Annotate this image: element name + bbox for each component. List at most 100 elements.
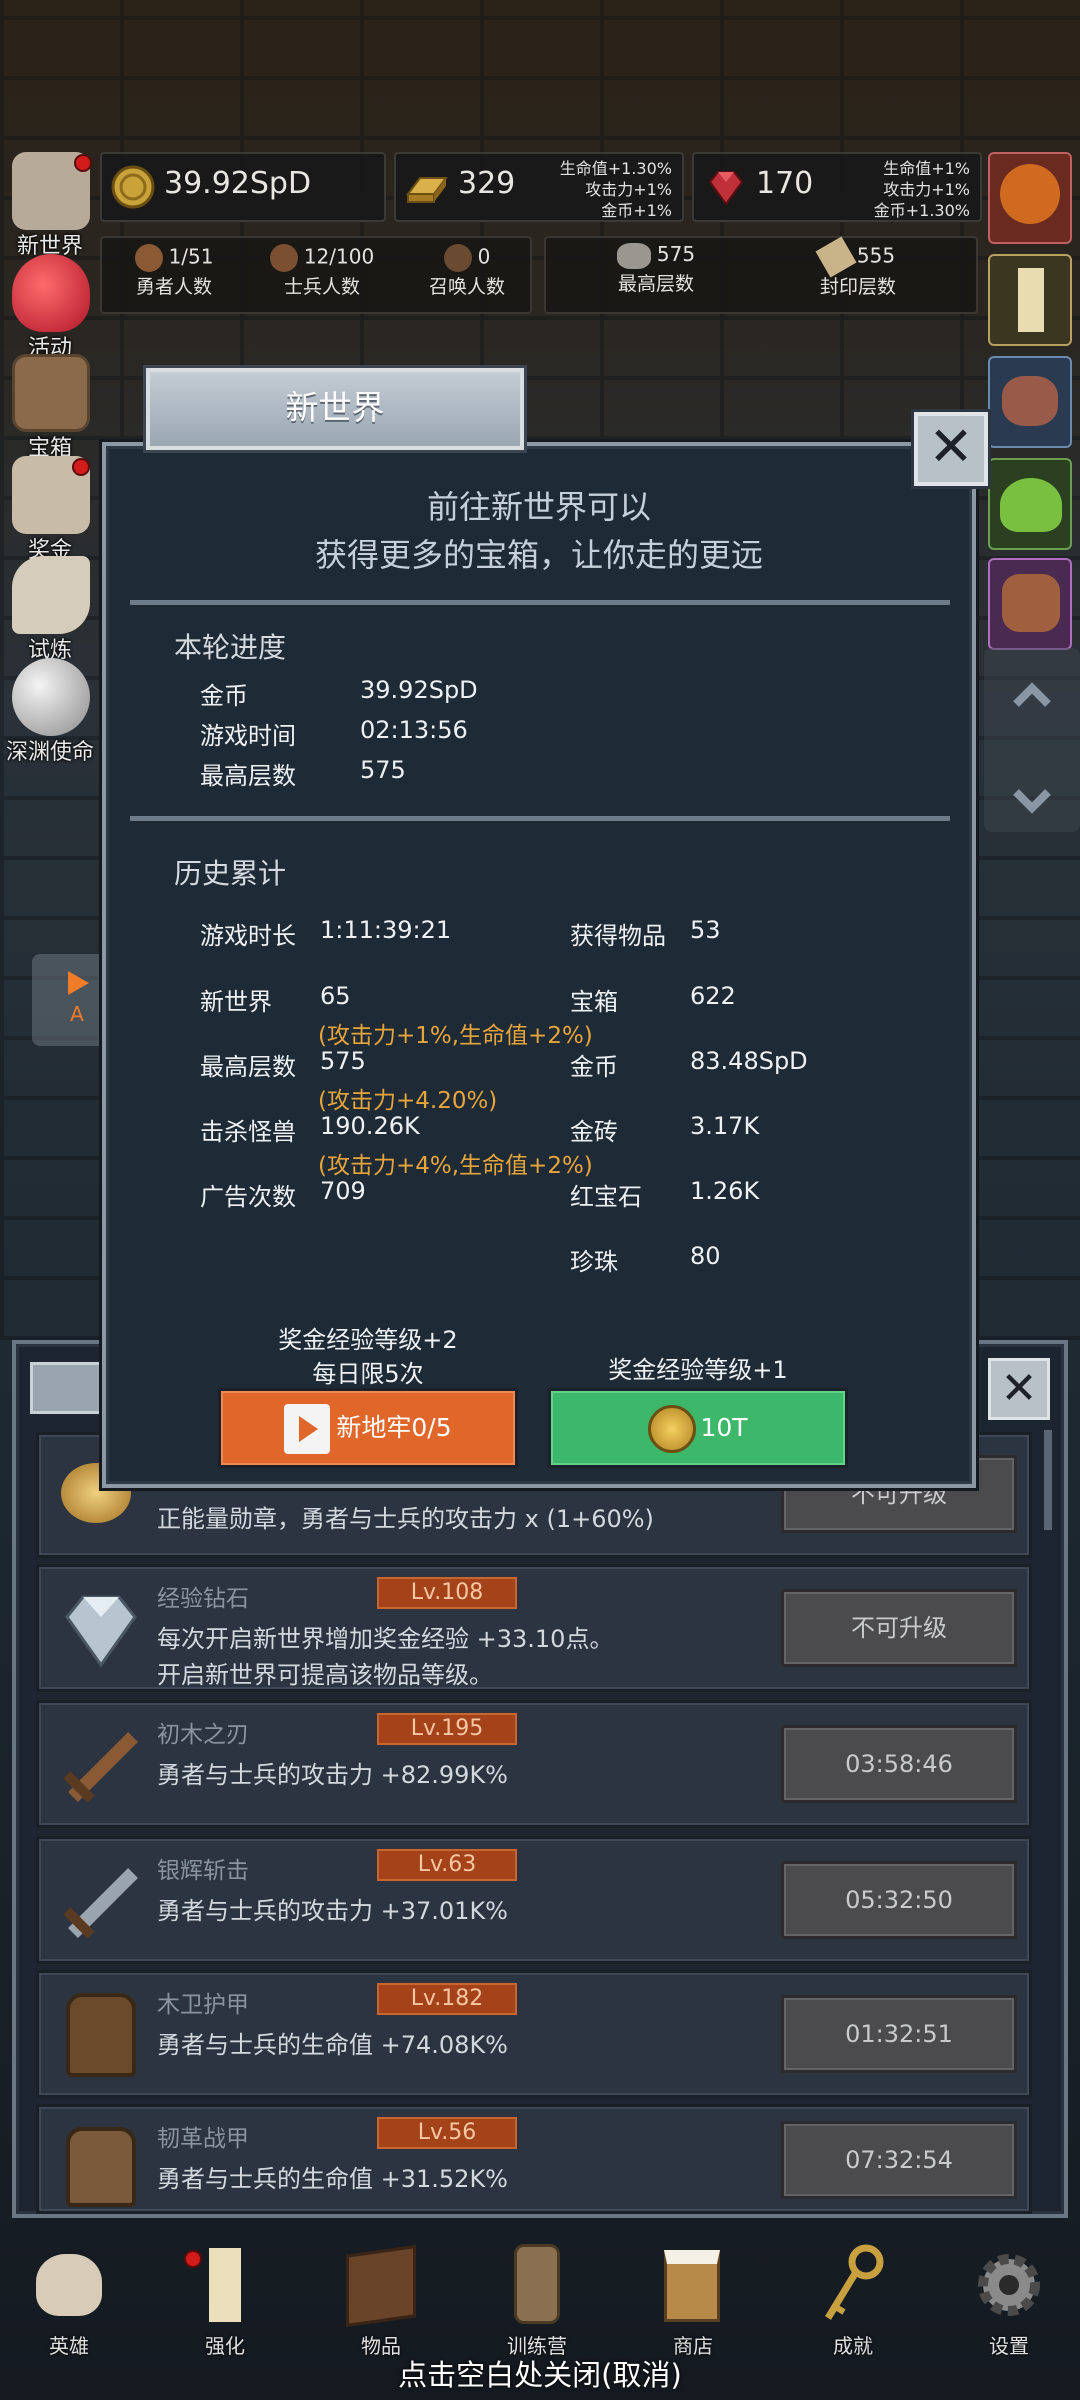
- game-screen: 39.92SpD 329 生命值+1.30% 攻击力+1% 金币+1% 170 …: [0, 0, 1080, 2400]
- history-ads-value: 709: [320, 1177, 366, 1205]
- ruby-icon: [708, 171, 744, 206]
- upgrade-timer-button[interactable]: 05:32:50: [781, 1861, 1017, 1939]
- history-pearls-value: 80: [690, 1242, 721, 1270]
- history-new-world-bonus: (攻击力+1%,生命值+2%): [318, 1023, 593, 1049]
- nav-heroes[interactable]: 英雄: [14, 2240, 124, 2360]
- history-kills-label: 击杀怪兽: [200, 1118, 296, 1146]
- item-description: 每次开启新世界增加奖金经验 +33.10点。 开启新世界可提高该物品等级。: [157, 1625, 614, 1689]
- side-new-world[interactable]: 新世界: [2, 152, 98, 259]
- gold-coin-icon: [111, 165, 155, 209]
- current-time-value: 02:13:56: [360, 716, 468, 744]
- gold-value: 39.92SpD: [164, 166, 312, 201]
- gold-brick-icon: [406, 177, 448, 203]
- right-meat-slot[interactable]: [988, 356, 1072, 448]
- orb-icon: [12, 658, 90, 736]
- lantern-icon: [500, 2240, 574, 2330]
- skull-icon: [32, 2240, 106, 2330]
- upgrade-timer-button[interactable]: 03:58:46: [781, 1725, 1017, 1803]
- history-playtime-value: 1:11:39:21: [320, 916, 452, 944]
- divider: [130, 816, 950, 821]
- candle-icon: [1018, 268, 1044, 332]
- current-gold-value: 39.92SpD: [360, 676, 478, 704]
- nav-shop[interactable]: 商店: [638, 2240, 748, 2360]
- treasure-chest-icon: [12, 354, 90, 432]
- level-badge: Lv.195: [377, 1713, 517, 1745]
- level-badge: Lv.108: [377, 1577, 517, 1609]
- upgrade-button[interactable]: 不可升级: [781, 1589, 1017, 1667]
- pumpkin-icon: [1000, 164, 1060, 224]
- item-row: 经验钻石 Lv.108 每次开启新世界增加奖金经验 +33.10点。 开启新世界…: [36, 1564, 1032, 1692]
- current-floor-label: 最高层数: [200, 762, 296, 790]
- ruby-bonus: 生命值+1% 攻击力+1% 金币+1.30%: [873, 159, 970, 220]
- history-max-floor-label: 最高层数: [200, 1053, 296, 1081]
- current-time-label: 游戏时间: [200, 722, 296, 750]
- items-panel-close-button[interactable]: ✕: [988, 1358, 1050, 1420]
- chevron-down-icon: [1013, 789, 1051, 814]
- gold-new-world-button[interactable]: 10T: [548, 1388, 848, 1468]
- ad-bonus-note: 奖金经验等级+2: [278, 1326, 458, 1354]
- side-activity[interactable]: 活动: [2, 254, 98, 361]
- ad-limit-note: 每日限5次: [312, 1360, 424, 1388]
- brick-resource: 329 生命值+1.30% 攻击力+1% 金币+1%: [394, 152, 684, 222]
- key-icon: [816, 2240, 890, 2330]
- right-pumpkin-slot[interactable]: [988, 152, 1072, 244]
- diamond-icon: [53, 1581, 149, 1677]
- heroes-stat: 1/51 勇者人数: [134, 244, 214, 298]
- history-bricks-value: 3.17K: [690, 1112, 760, 1140]
- items-scrollbar[interactable]: [1044, 1430, 1052, 1530]
- floor-stats: 575 最高层数 555 封印层数: [544, 236, 978, 314]
- side-abyss-mission[interactable]: 深渊使命: [2, 658, 98, 765]
- history-chests-label: 宝箱: [570, 988, 618, 1016]
- slime-icon: [1000, 478, 1062, 532]
- book-icon: [344, 2240, 418, 2330]
- scroll-down-button[interactable]: [1002, 776, 1062, 826]
- upgrade-timer-button[interactable]: 07:32:54: [781, 2121, 1017, 2199]
- nav-items[interactable]: 物品: [326, 2240, 436, 2360]
- history-gold-value: 83.48SpD: [690, 1047, 808, 1075]
- right-creature-slot[interactable]: [988, 558, 1072, 650]
- nav-upgrade[interactable]: 强化: [170, 2240, 280, 2360]
- brick-value: 329: [458, 166, 516, 201]
- current-progress-heading: 本轮进度: [174, 631, 287, 664]
- history-items-label: 获得物品: [570, 922, 666, 950]
- stone-icon: [616, 242, 651, 269]
- item-row: 初木之刃 Lv.195 勇者与士兵的攻击力 +82.99K% 03:58:46: [36, 1700, 1032, 1828]
- meat-icon: [1002, 376, 1058, 426]
- soldier-icon: [269, 244, 298, 272]
- side-trial[interactable]: 试炼: [2, 556, 98, 663]
- history-chests-value: 622: [690, 982, 736, 1010]
- wooden-sword-icon: [53, 1717, 149, 1813]
- gold-coin-icon: [648, 1405, 697, 1453]
- horn-icon: [12, 556, 90, 634]
- dialog-headline-1: 前往新世界可以: [426, 488, 651, 526]
- side-bonus[interactable]: 奖金: [2, 456, 98, 563]
- video-play-icon: [284, 1404, 331, 1454]
- silver-sword-icon: [53, 1853, 149, 1949]
- summon-icon: [443, 244, 472, 272]
- notification-dot: [74, 154, 92, 172]
- history-gold-label: 金币: [570, 1053, 618, 1081]
- nav-achievements[interactable]: 成就: [798, 2240, 908, 2360]
- right-candle-slot[interactable]: [988, 254, 1072, 346]
- brick-bonus: 生命值+1.30% 攻击力+1% 金币+1%: [559, 159, 672, 220]
- scroll-up-button[interactable]: [1002, 670, 1062, 720]
- ruby-value: 170: [756, 166, 814, 201]
- gold-resource: 39.92SpD: [100, 152, 386, 222]
- level-badge: Lv.56: [377, 2117, 517, 2149]
- history-max-floor-bonus: (攻击力+4.20%): [318, 1088, 498, 1114]
- nav-training-camp[interactable]: 训练营: [482, 2240, 592, 2360]
- item-row: 韧革战甲 Lv.56 勇者与士兵的生命值 +31.52K% 07:32:54: [36, 2104, 1032, 2214]
- scroll-icon: [815, 236, 857, 278]
- close-icon: ✕: [928, 415, 974, 478]
- upgrade-timer-button[interactable]: 01:32:51: [781, 1995, 1017, 2073]
- side-chest[interactable]: 宝箱: [2, 354, 98, 461]
- history-ads-label: 广告次数: [200, 1183, 296, 1211]
- dialog-close-button[interactable]: ✕: [914, 412, 988, 486]
- right-slime-slot[interactable]: [988, 458, 1072, 550]
- history-bricks-label: 金砖: [570, 1118, 618, 1146]
- divider: [130, 600, 950, 605]
- nav-settings[interactable]: 设置: [954, 2240, 1064, 2360]
- close-hint[interactable]: 点击空白处关闭(取消): [0, 2352, 1080, 2394]
- new-dungeon-ad-button[interactable]: 新地牢0/5: [218, 1388, 518, 1468]
- history-playtime-label: 游戏时长: [200, 922, 296, 950]
